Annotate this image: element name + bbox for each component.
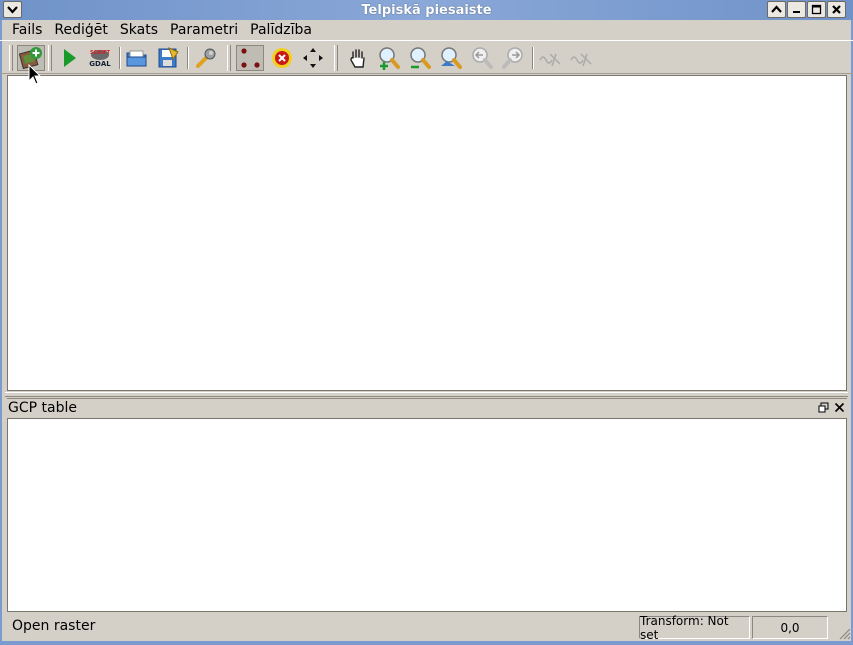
dock-splitter[interactable] xyxy=(5,392,848,397)
gcp-dock-title-bar[interactable]: GCP table xyxy=(7,398,847,416)
transform-status: Transform: Not set xyxy=(639,614,750,642)
link-georef-to-qgis-icon xyxy=(539,53,561,67)
dock-float-button[interactable] xyxy=(817,400,829,414)
toolbar-separator xyxy=(532,47,534,69)
window-frame-left xyxy=(0,20,2,645)
mouse-cursor-icon xyxy=(28,64,42,85)
delete-point-button[interactable] xyxy=(268,45,296,71)
minimize-button[interactable] xyxy=(787,1,806,18)
dock-close-button[interactable] xyxy=(833,400,845,414)
toolbar-grip[interactable] xyxy=(9,45,13,71)
save-icon xyxy=(158,47,179,68)
delete-point-icon xyxy=(272,48,292,68)
hand-icon xyxy=(350,49,365,68)
toolbar-grip[interactable] xyxy=(48,45,52,71)
menu-view[interactable]: Skats xyxy=(114,22,164,38)
toolbar-grip[interactable] xyxy=(227,45,231,71)
window-frame-bottom[interactable] xyxy=(0,641,853,645)
close-icon xyxy=(832,5,841,14)
menu-edit[interactable]: Rediģēt xyxy=(48,22,113,38)
link-georef-to-qgis-button[interactable] xyxy=(536,45,564,71)
zoom-last-button[interactable] xyxy=(468,45,496,71)
zoom-to-layer-button[interactable] xyxy=(437,45,465,71)
folder-open-icon xyxy=(126,50,147,67)
toolbar: SCRIPT GDAL xyxy=(0,40,853,74)
add-point-button[interactable] xyxy=(236,45,264,71)
close-icon xyxy=(834,402,844,412)
save-gcp-button[interactable] xyxy=(154,45,182,71)
zoom-next-button[interactable] xyxy=(499,45,527,71)
gdal-script-icon: SCRIPT GDAL xyxy=(89,50,111,68)
wrench-icon xyxy=(196,48,216,68)
svg-text:SCRIPT: SCRIPT xyxy=(90,50,111,56)
link-qgis-to-georef-icon xyxy=(570,53,592,67)
svg-text:GDAL: GDAL xyxy=(89,60,111,68)
pan-button[interactable] xyxy=(344,45,372,71)
gcp-dock-title: GCP table xyxy=(8,399,77,416)
zoom-out-button[interactable] xyxy=(406,45,434,71)
status-message: Open raster xyxy=(12,618,96,634)
link-qgis-to-georef-button[interactable] xyxy=(567,45,595,71)
zoom-in-button[interactable] xyxy=(375,45,403,71)
raster-canvas[interactable] xyxy=(7,75,847,391)
window-menu-button[interactable] xyxy=(3,1,22,18)
move-icon xyxy=(303,48,323,68)
zoom-in-icon xyxy=(379,47,400,70)
title-bar[interactable]: Telpiskā piesaiste xyxy=(0,0,853,20)
maximize-icon xyxy=(811,4,822,15)
chevron-down-icon xyxy=(7,6,18,14)
resize-grip-icon[interactable] xyxy=(837,626,851,640)
shade-button[interactable] xyxy=(767,1,786,18)
zoom-last-icon xyxy=(472,47,493,69)
zoom-next-icon xyxy=(502,47,523,69)
start-georeferencing-button[interactable] xyxy=(55,45,83,71)
toolbar-separator xyxy=(119,47,121,69)
menu-file[interactable]: Fails xyxy=(6,22,48,38)
zoom-out-icon xyxy=(410,47,431,69)
move-point-button[interactable] xyxy=(299,45,327,71)
menu-help[interactable]: Palīdzība xyxy=(244,22,318,38)
window-title: Telpiskā piesaiste xyxy=(361,2,492,18)
float-icon xyxy=(818,402,828,412)
toolbar-separator xyxy=(187,47,189,69)
menu-bar: Fails Rediģēt Skats Parametri Palīdzība xyxy=(0,20,853,40)
load-gcp-button[interactable] xyxy=(123,45,151,71)
start-georeferencing-icon xyxy=(64,49,76,67)
status-bar: Open raster Transform: Not set 0,0 xyxy=(0,613,853,643)
add-point-icon xyxy=(241,48,260,68)
gcp-table[interactable] xyxy=(7,418,847,612)
gdal-script-button[interactable]: SCRIPT GDAL xyxy=(86,45,114,71)
coordinates-display: 0,0 xyxy=(752,616,828,639)
close-button[interactable] xyxy=(827,1,846,18)
chevron-up-icon xyxy=(771,5,782,13)
minimize-icon xyxy=(793,11,800,13)
menu-settings[interactable]: Parametri xyxy=(164,22,244,38)
toolbar-grip[interactable] xyxy=(334,45,338,71)
maximize-button[interactable] xyxy=(807,1,826,18)
transformation-settings-button[interactable] xyxy=(192,45,220,71)
zoom-to-layer-icon xyxy=(441,47,462,69)
